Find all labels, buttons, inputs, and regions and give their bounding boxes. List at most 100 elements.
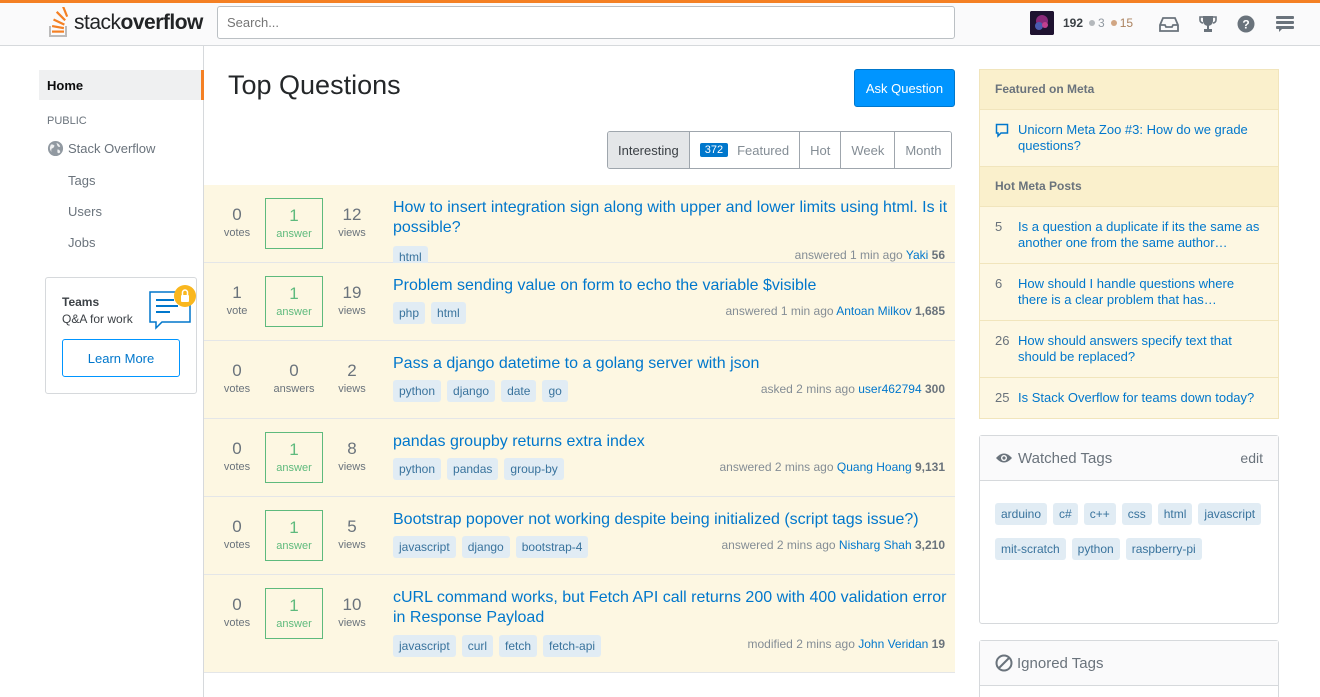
help-icon[interactable]: ? — [1235, 13, 1257, 35]
tag[interactable]: html — [431, 302, 466, 324]
answer-count: 0 answers — [273, 361, 315, 395]
question-activity: asked 2 mins ago user462794 300 — [760, 382, 945, 396]
tag[interactable]: c# — [1053, 503, 1078, 525]
question-title-link[interactable]: Problem sending value on form to echo th… — [393, 276, 948, 296]
tag[interactable]: date — [501, 380, 537, 402]
filter-interesting[interactable]: Interesting — [608, 132, 689, 168]
question-summary: 0 votes 1 answer 12 views How to insert int… — [204, 185, 955, 268]
question-summary: 0 votes 1 answer 10 views cURL command work… — [204, 575, 955, 673]
watched-tags-widget: Watched Tags edit arduino c# c++ css htm… — [979, 435, 1279, 624]
achievements-trophy-icon[interactable] — [1197, 13, 1219, 35]
question-activity: modified 2 mins ago John Veridan 19 — [747, 637, 946, 651]
filter-month[interactable]: Month — [894, 132, 952, 168]
tag[interactable]: fetch — [499, 635, 538, 657]
user-link[interactable]: user462794 — [858, 382, 921, 396]
tag[interactable]: arduino — [995, 503, 1048, 525]
question-tags: javascript django bootstrap-4 — [393, 536, 594, 558]
nav-home[interactable]: Home — [39, 70, 204, 100]
edit-watched-tags-link[interactable]: edit — [1240, 450, 1263, 466]
tag[interactable]: c++ — [1083, 503, 1116, 525]
answer-count: 1 answer — [265, 588, 323, 639]
featured-count-badge: 372 — [699, 143, 729, 157]
featured-meta-link[interactable]: Unicorn Meta Zoo #3: How do we grade que… — [1018, 122, 1248, 153]
tag[interactable]: group-by — [504, 458, 564, 480]
tag[interactable]: django — [447, 380, 496, 402]
site-switcher-icon[interactable] — [1274, 13, 1296, 35]
tag[interactable]: javascript — [393, 635, 456, 657]
tag[interactable]: pandas — [447, 458, 499, 480]
tag[interactable]: fetch-api — [543, 635, 602, 657]
tag[interactable]: curl — [461, 635, 494, 657]
hot-meta-heading: Hot Meta Posts — [980, 167, 1278, 207]
tag[interactable]: raspberry-pi — [1125, 538, 1202, 560]
question-title-link[interactable]: Pass a django datetime to a golang serve… — [393, 354, 948, 374]
question-title-link[interactable]: Bootstrap popover not working despite be… — [393, 510, 948, 530]
view-count: 19 views — [338, 283, 366, 317]
eye-icon — [996, 453, 1012, 463]
question-summary: 0 votes 1 answer 8 views pandas groupby ret… — [204, 419, 955, 497]
tag[interactable]: bootstrap-4 — [515, 536, 589, 558]
tag[interactable]: go — [542, 380, 568, 402]
featured-meta-item[interactable]: Unicorn Meta Zoo #3: How do we grade que… — [980, 110, 1278, 167]
svg-text:?: ? — [1242, 18, 1249, 32]
question-activity: answered 1 min ago Antoan Milkov 1,685 — [725, 304, 946, 318]
tag[interactable]: javascript — [1198, 503, 1262, 525]
nav-tags[interactable]: Tags — [68, 173, 95, 188]
left-sidebar: Home PUBLIC Stack Overflow Tags Users Jo… — [0, 46, 204, 697]
user-profile-link[interactable]: 192 3 15 — [1030, 10, 1133, 36]
filter-featured[interactable]: 372 Featured — [688, 132, 800, 168]
tag[interactable]: css — [1121, 503, 1152, 525]
filter-hot[interactable]: Hot — [799, 132, 841, 168]
view-count: 12 views — [338, 205, 366, 239]
user-link[interactable]: Nisharg Shah — [839, 538, 912, 552]
hot-meta-post[interactable]: 26 How should answers specify text that s… — [980, 321, 1278, 378]
hot-meta-post[interactable]: 6 How should I handle questions where the… — [980, 264, 1278, 321]
tag[interactable]: python — [393, 380, 442, 402]
view-count: 5 views — [338, 517, 366, 551]
user-link[interactable]: John Veridan — [858, 637, 928, 651]
vote-count: 0 votes — [223, 517, 251, 551]
tag[interactable]: python — [393, 458, 442, 480]
learn-more-button[interactable]: Learn More — [62, 339, 180, 377]
answer-count: 1 answer — [265, 198, 323, 249]
tag[interactable]: python — [1071, 538, 1120, 560]
top-bar: stackoverflow 192 3 15 ? — [0, 0, 1320, 46]
watched-tags-heading: Watched Tags edit — [980, 436, 1278, 481]
question-activity: answered 1 min ago Yaki 56 — [794, 248, 945, 262]
globe-icon — [47, 140, 64, 157]
nav-stack-overflow[interactable]: Stack Overflow — [47, 140, 155, 157]
user-link[interactable]: Quang Hoang — [837, 460, 912, 474]
vote-count: 0 votes — [223, 595, 251, 629]
question-title-link[interactable]: pandas groupby returns extra index — [393, 432, 948, 452]
question-title-link[interactable]: How to insert integration sign along wit… — [393, 198, 948, 238]
watched-tags-title: Watched Tags — [1018, 449, 1113, 467]
user-link[interactable]: Antoan Milkov — [836, 304, 911, 318]
user-link[interactable]: Yaki — [906, 248, 928, 262]
tag[interactable]: django — [461, 536, 510, 558]
nav-section-public: PUBLIC — [47, 115, 87, 127]
vote-count: 1 vote — [226, 283, 248, 317]
inbox-icon[interactable] — [1158, 13, 1180, 35]
filter-week[interactable]: Week — [840, 132, 895, 168]
question-title-link[interactable]: cURL command works, but Fetch API call r… — [393, 588, 948, 628]
nav-users[interactable]: Users — [68, 204, 102, 219]
nav-jobs[interactable]: Jobs — [68, 235, 95, 250]
teams-title: Teams — [62, 295, 100, 309]
question-tags: python django date go — [393, 380, 574, 402]
stackoverflow-logo[interactable]: stackoverflow — [46, 5, 203, 41]
hot-meta-post[interactable]: 25 Is Stack Overflow for teams down today… — [980, 378, 1278, 418]
ignored-tags-title: Ignored Tags — [1017, 654, 1104, 672]
search-input[interactable] — [217, 6, 955, 39]
view-count: 2 views — [338, 361, 366, 395]
tag[interactable]: mit-scratch — [995, 538, 1066, 560]
vote-count: 0 votes — [223, 205, 251, 239]
tag[interactable]: javascript — [393, 536, 456, 558]
nav-stack-overflow-label: Stack Overflow — [68, 141, 156, 156]
bronze-badge-count: 15 — [1110, 16, 1133, 30]
avatar[interactable] — [1030, 11, 1054, 35]
ask-question-button[interactable]: Ask Question — [854, 69, 955, 107]
hot-meta-post[interactable]: 5 Is a question a duplicate if its the sa… — [980, 207, 1278, 264]
meta-chat-icon — [995, 123, 1009, 138]
tag[interactable]: html — [1157, 503, 1193, 525]
tag[interactable]: php — [393, 302, 426, 324]
